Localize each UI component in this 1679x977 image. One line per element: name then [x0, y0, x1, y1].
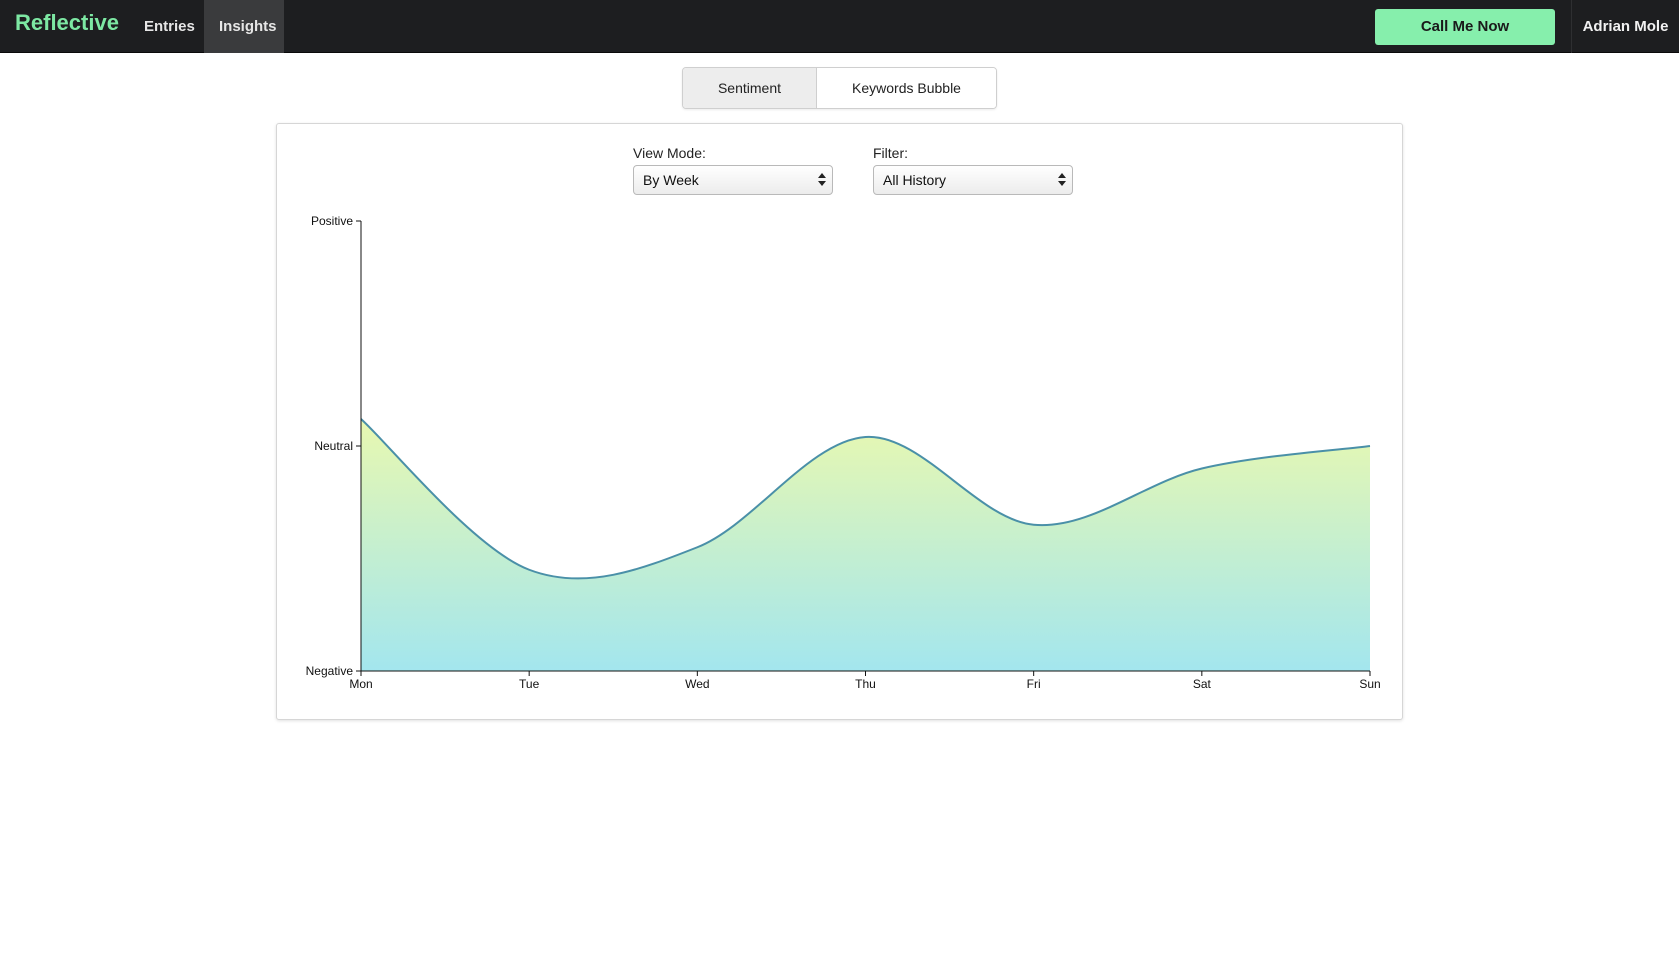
nav-item-entries[interactable]: Entries: [129, 0, 210, 53]
x-tick-label: Mon: [349, 677, 372, 691]
x-tick-label: Sun: [1359, 677, 1380, 691]
x-axis: Mon Tue Wed Thu Fri Sat Sun: [349, 670, 1381, 691]
chart-card: View Mode: By Week Filter: All History N…: [276, 123, 1403, 720]
y-axis: Negative Neutral Positive: [306, 214, 362, 678]
nav-item-insights[interactable]: Insights: [204, 0, 284, 53]
x-tick-label: Tue: [519, 677, 540, 691]
user-menu[interactable]: Adrian Mole: [1572, 0, 1679, 53]
chart-tabs: Sentiment Chart Keywords Bubble Chart: [682, 67, 997, 109]
sentiment-chart: Negative Neutral Positive Mon Tue Wed Thu Fri S…: [306, 214, 1381, 691]
x-tick-label: Fri: [1027, 677, 1041, 691]
x-tick-label: Wed: [685, 677, 709, 691]
x-tick-label: Thu: [855, 677, 876, 691]
y-tick-label: Negative: [306, 664, 354, 678]
y-tick-label: Positive: [311, 214, 353, 228]
top-navbar: Reflective Entries Insights Call Me Now …: [0, 0, 1679, 53]
brand-logo[interactable]: Reflective: [15, 10, 119, 36]
y-tick-label: Neutral: [314, 439, 353, 453]
sentiment-area: [361, 419, 1370, 671]
x-tick-label: Sat: [1193, 677, 1212, 691]
call-me-now-button[interactable]: Call Me Now: [1375, 9, 1555, 45]
tab-sentiment-chart[interactable]: Sentiment Chart: [683, 68, 817, 108]
tab-keywords-bubble-chart[interactable]: Keywords Bubble Chart: [817, 68, 996, 108]
